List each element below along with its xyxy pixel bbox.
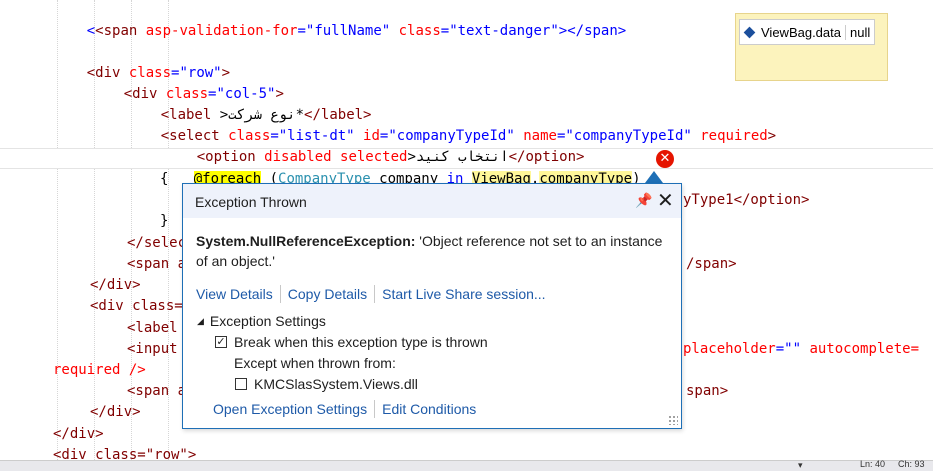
pin-icon[interactable]: 📌 xyxy=(635,192,652,209)
code-line-13-tail: /span> xyxy=(686,256,737,272)
code-line-17-tail: placeholder="" autocomplete= xyxy=(683,341,920,357)
module-checkbox[interactable] xyxy=(235,378,247,390)
code-line-15: <div class= xyxy=(90,298,183,314)
code-line-3: <div class="row"> xyxy=(86,65,231,81)
resize-grip-icon[interactable] xyxy=(668,415,678,425)
scroll-arrow-icon[interactable]: ▾ xyxy=(798,460,803,471)
error-icon[interactable]: ✕ xyxy=(656,150,674,168)
copy-details-link[interactable]: Copy Details xyxy=(288,286,367,302)
datatip-pinned[interactable]: ViewBag.data null xyxy=(735,13,888,81)
code-line-7: <option disabled selected>انتخاب کنید</o… xyxy=(196,149,585,165)
exception-title: Exception Thrown xyxy=(195,194,307,210)
module-label: KMCSlasSystem.Views.dll xyxy=(254,376,418,392)
exception-popup: Exception Thrown 📌 ✕ System.NullReferenc… xyxy=(182,183,682,429)
datatip-row[interactable]: ViewBag.data null xyxy=(739,19,876,45)
code-line-14: </div> xyxy=(90,277,141,293)
code-line-6: <select class="list-dt" id="companyTypeI… xyxy=(160,128,777,144)
break-checkbox[interactable]: ✓ xyxy=(215,336,227,348)
datatip-name: ViewBag.data xyxy=(761,24,846,40)
code-line-4: <div class="col-5"> xyxy=(123,86,284,102)
break-checkbox-row[interactable]: ✓ Break when this exception type is thro… xyxy=(215,334,488,350)
attr-name: asp-validation-for xyxy=(145,23,298,39)
exception-settings-title: Exception Settings xyxy=(209,313,326,329)
line-number: Ln: 40 xyxy=(860,459,886,469)
exception-header: Exception Thrown 📌 ✕ xyxy=(183,184,681,218)
code-line-8: @foreach (CompanyType company in ViewBag… xyxy=(193,171,641,187)
code-line-21: </div> xyxy=(53,426,104,442)
open-exception-settings-link[interactable]: Open Exception Settings xyxy=(213,401,367,417)
code-line-20: </div> xyxy=(90,404,141,420)
exception-settings-toggle[interactable]: ◢ Exception Settings xyxy=(197,313,326,329)
code-line-11: } xyxy=(160,213,169,229)
code-line-19-head: <span a xyxy=(127,383,187,399)
link-separator xyxy=(374,400,376,418)
attr-value: "fullName" xyxy=(305,23,391,39)
code-line-18: required /> xyxy=(53,362,146,378)
view-details-link[interactable]: View Details xyxy=(196,286,273,302)
close-icon[interactable]: ✕ xyxy=(657,188,674,212)
edit-conditions-link[interactable]: Edit Conditions xyxy=(382,401,476,417)
span-tag: <span xyxy=(95,23,146,39)
code-line-16: <label xyxy=(127,320,178,336)
column-number: Ch: 93 xyxy=(898,459,925,469)
status-bar: ▾ Ln: 40 Ch: 93 xyxy=(0,459,933,471)
code-line-9: { xyxy=(160,171,169,187)
exception-bottom-links: Open Exception Settings Edit Conditions xyxy=(213,399,476,419)
code-line-17-head: <input xyxy=(127,341,178,357)
exception-message: System.NullReferenceException: 'Object r… xyxy=(196,231,666,271)
code-line-19-tail: span> xyxy=(686,383,729,399)
popup-caret xyxy=(645,171,663,183)
collapse-triangle-icon: ◢ xyxy=(197,315,204,326)
code-line-1: <<span asp-validation-for="fullName" cla… xyxy=(86,23,627,39)
exception-type: System.NullReferenceException: xyxy=(196,233,416,249)
code-line-12: </selec xyxy=(127,235,187,251)
link-separator xyxy=(279,285,281,303)
exception-links: View Details Copy Details Start Live Sha… xyxy=(196,284,546,304)
code-line-13-head: <span a xyxy=(127,256,187,272)
break-label: Break when this exception type is thrown xyxy=(234,334,488,350)
datatip-value[interactable]: null xyxy=(846,25,874,40)
link-separator xyxy=(374,285,376,303)
property-icon xyxy=(743,26,756,38)
module-checkbox-row[interactable]: KMCSlasSystem.Views.dll xyxy=(235,376,418,392)
code-line-10-tail: yType1</option> xyxy=(683,192,810,208)
code-line-5: <label >نوع شرکت*</label> xyxy=(160,107,372,123)
except-label: Except when thrown from: xyxy=(234,355,396,371)
live-share-link[interactable]: Start Live Share session... xyxy=(382,286,545,302)
